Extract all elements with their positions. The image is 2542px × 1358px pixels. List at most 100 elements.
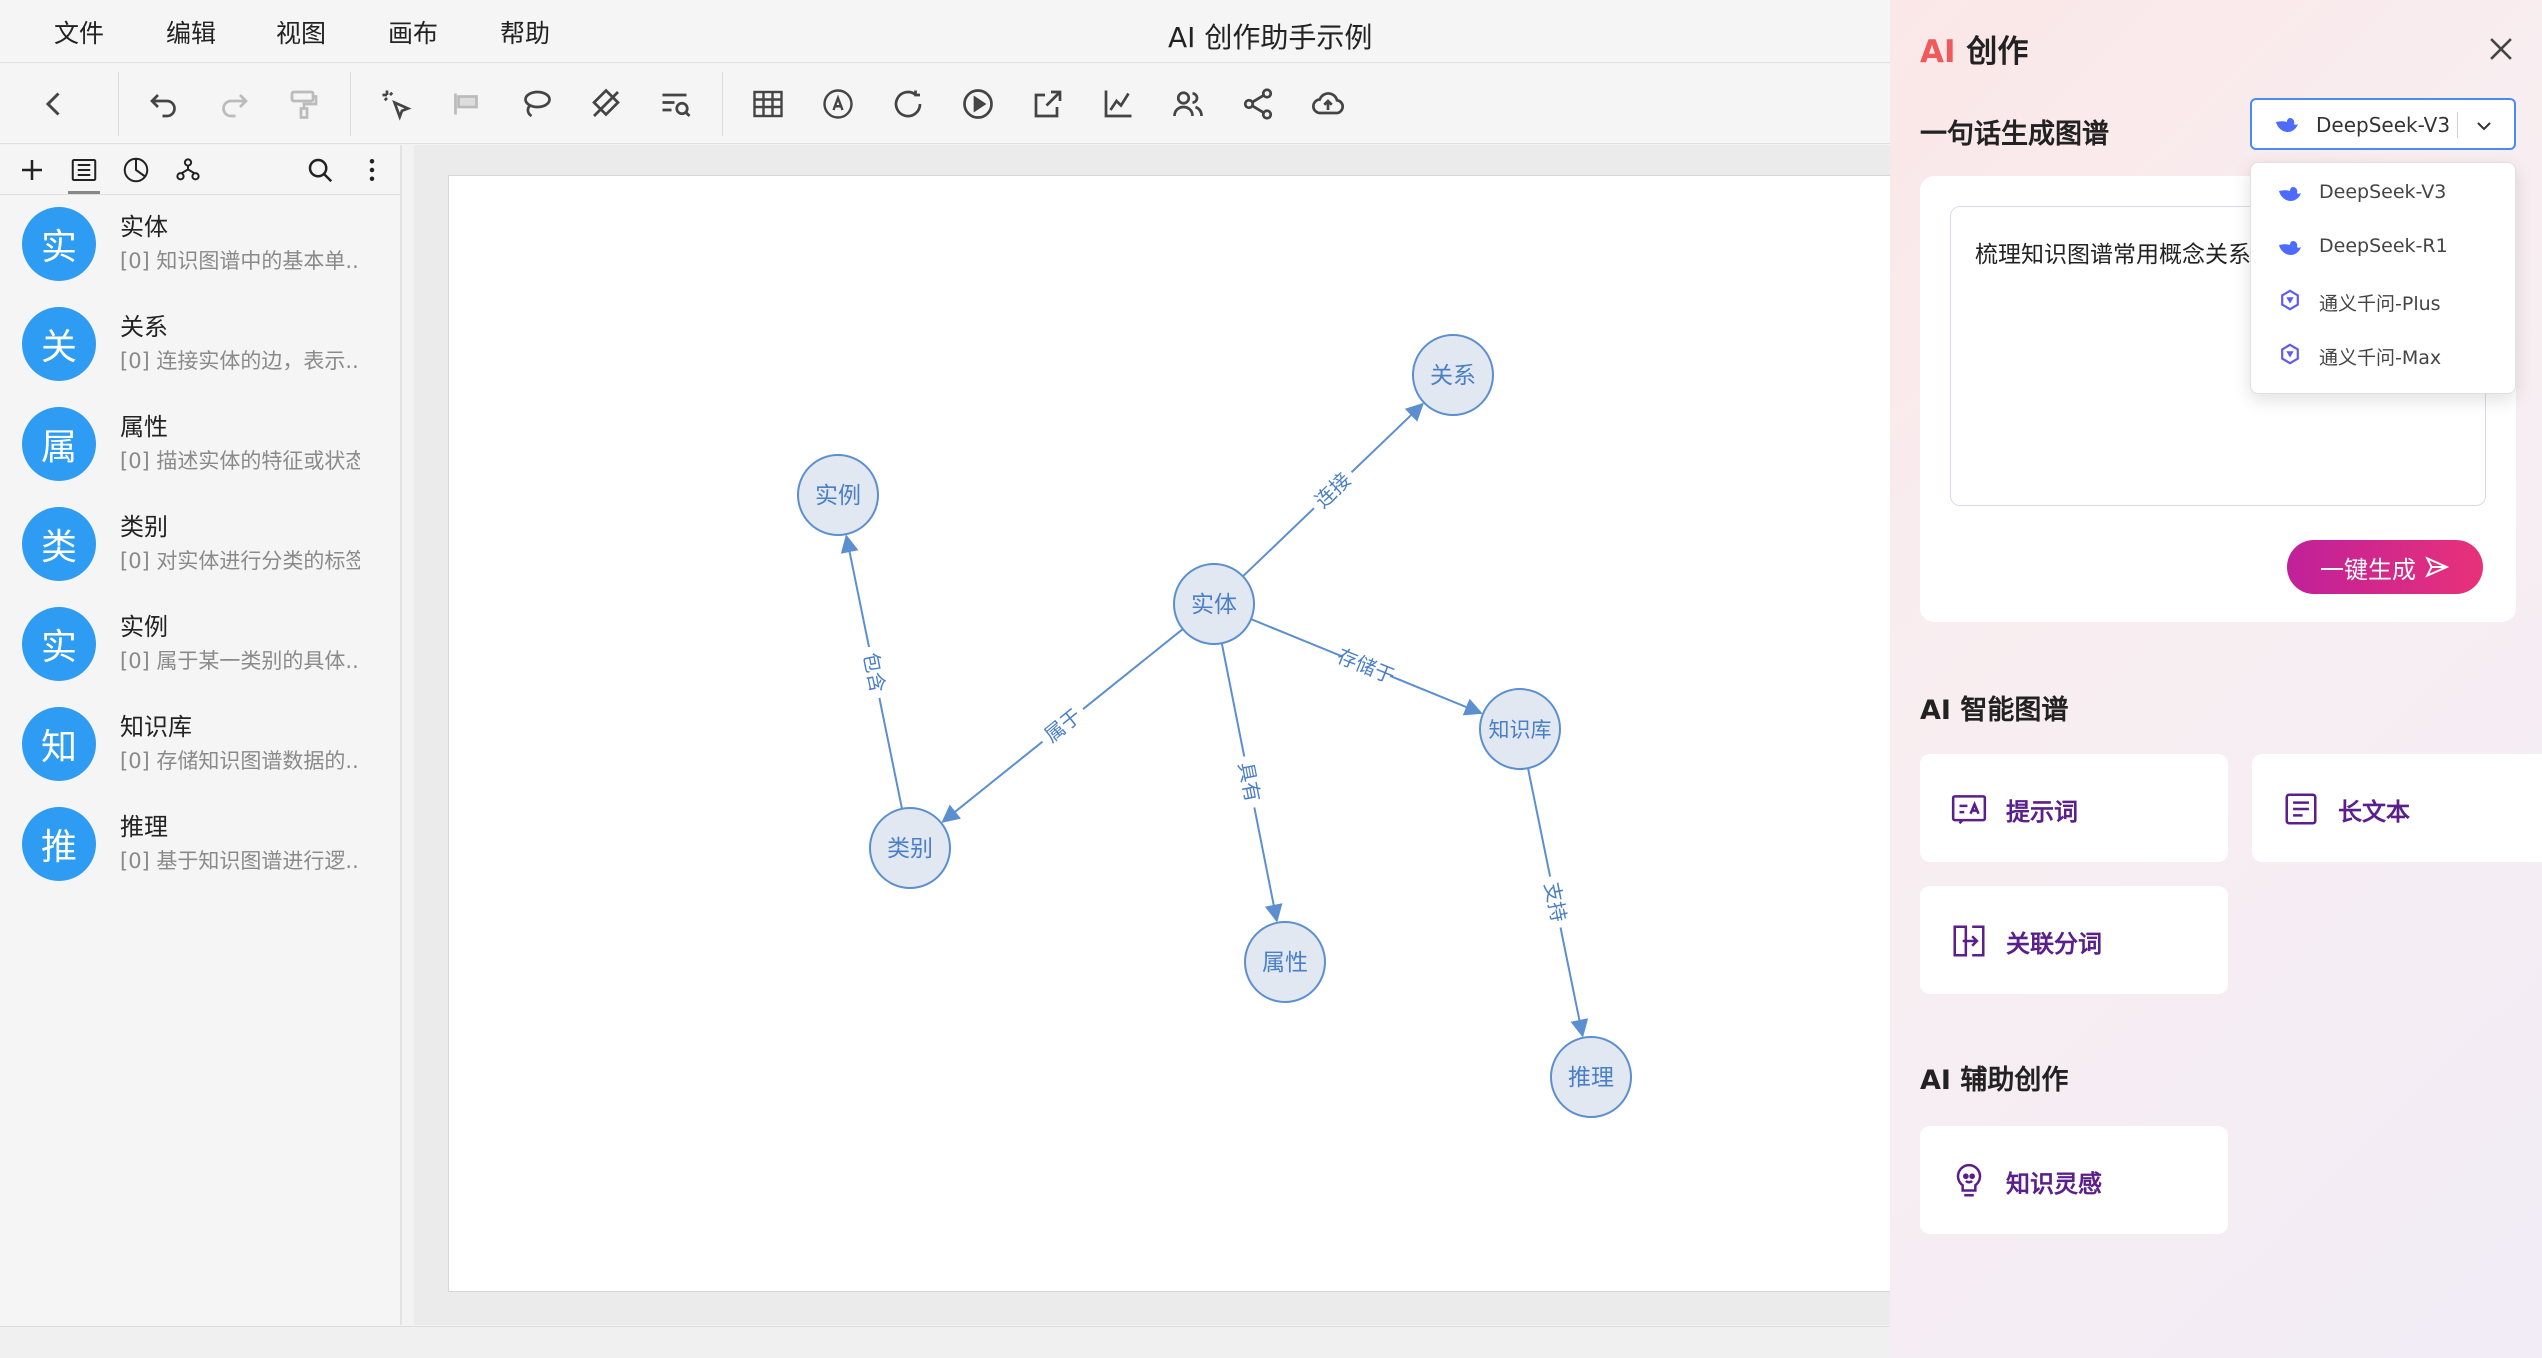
- play-icon[interactable]: [958, 84, 998, 124]
- table-icon[interactable]: [748, 84, 788, 124]
- document-icon: [2285, 793, 2317, 825]
- menu-canvas[interactable]: 画布: [388, 14, 438, 50]
- graph-node-label: 属性: [1262, 950, 1308, 976]
- search-icon[interactable]: [302, 152, 338, 188]
- menu-file[interactable]: 文件: [54, 14, 104, 50]
- tile-long-text[interactable]: 长文本: [2252, 754, 2542, 862]
- hierarchy-view-icon[interactable]: [170, 152, 206, 188]
- knowledge-graph[interactable]: 连接属于具有存储于包含支持 实体关系实例类别属性知识库推理: [449, 176, 1909, 1293]
- ai-panel: AI 创作 一句话生成图谱 梳理知识图谱常用概念关系 一键生成 DeepSeek…: [1890, 0, 2542, 1358]
- entity-name: 关系: [120, 313, 168, 341]
- prompt-icon: [1951, 795, 1987, 825]
- avatar: 关: [22, 307, 96, 381]
- status-bar: [0, 1326, 1890, 1358]
- edge-label: 具有: [1234, 760, 1265, 804]
- generate-button[interactable]: 一键生成: [2287, 540, 2483, 594]
- graph-node-label: 知识库: [1489, 718, 1552, 742]
- close-icon[interactable]: [2484, 32, 2518, 66]
- edge-label: 支持: [1540, 880, 1572, 924]
- deepseek-icon: [2279, 241, 2301, 255]
- entity-desc: [0] 基于知识图谱进行逻...: [120, 849, 360, 873]
- avatar: 实: [22, 607, 96, 681]
- entity-panel-toolbar: [0, 145, 400, 195]
- pointer-icon[interactable]: [376, 84, 416, 124]
- entity-desc: [0] 描述实体的特征或状态: [120, 449, 360, 473]
- graph-node-label: 实体: [1191, 592, 1237, 618]
- segment-icon: [1953, 925, 1985, 957]
- avatar: 知: [22, 707, 96, 781]
- back-icon[interactable]: [34, 84, 74, 124]
- entity-item[interactable]: 属 属性 [0] 描述实体的特征或状态: [0, 395, 400, 495]
- graph-node-label: 类别: [887, 836, 933, 862]
- search-list-icon[interactable]: [656, 84, 696, 124]
- avatar: 推: [22, 807, 96, 881]
- model-select[interactable]: DeepSeek-V3: [2250, 98, 2516, 150]
- entity-desc: [0] 属于某一类别的具体...: [120, 649, 360, 673]
- redo-icon[interactable]: [214, 84, 254, 124]
- list-view-icon[interactable]: [66, 152, 102, 188]
- export-icon[interactable]: [1028, 84, 1068, 124]
- cluster-icon[interactable]: [586, 84, 626, 124]
- graph-node-label: 推理: [1568, 1065, 1614, 1091]
- auto-layout-icon[interactable]: [818, 84, 858, 124]
- entity-item[interactable]: 知 知识库 [0] 存储知识图谱数据的...: [0, 695, 400, 795]
- tile-segmentation[interactable]: 关联分词: [1920, 886, 2228, 994]
- add-icon[interactable]: [14, 152, 50, 188]
- entity-desc: [0] 对实体进行分类的标签: [120, 549, 360, 573]
- entity-name: 实例: [120, 613, 168, 641]
- tile-inspiration[interactable]: 知识灵感: [1920, 1126, 2228, 1234]
- app-title: AI 创作助手示例: [1168, 21, 1373, 54]
- chevron-down-icon: [2477, 122, 2491, 131]
- model-dropdown: DeepSeek-V3 DeepSeek-R1 通义千问-Plus 通义千问-M…: [2250, 162, 2516, 394]
- graph-node-label: 关系: [1430, 363, 1476, 389]
- model-option-deepseek-r1[interactable]: DeepSeek-R1: [2251, 221, 2515, 275]
- entity-item[interactable]: 推 推理 [0] 基于知识图谱进行逻...: [0, 795, 400, 895]
- toolbar: [0, 64, 1890, 144]
- entity-desc: [0] 连接实体的边，表示...: [120, 349, 360, 373]
- users-icon[interactable]: [1168, 84, 1208, 124]
- pie-view-icon[interactable]: [118, 152, 154, 188]
- tile-prompt[interactable]: 提示词: [1920, 754, 2228, 862]
- cloud-upload-icon[interactable]: [1308, 84, 1348, 124]
- flag-icon[interactable]: [446, 84, 486, 124]
- lasso-icon[interactable]: [516, 84, 556, 124]
- active-tab-indicator: [68, 191, 100, 194]
- avatar: 属: [22, 407, 96, 481]
- avatar: 类: [22, 507, 96, 581]
- deepseek-icon: [2276, 118, 2298, 132]
- model-option-deepseek-v3[interactable]: DeepSeek-V3: [2251, 167, 2515, 221]
- section-generate-title: 一句话生成图谱: [1920, 119, 2109, 150]
- undo-icon[interactable]: [144, 84, 184, 124]
- menu-help[interactable]: 帮助: [500, 14, 550, 50]
- menu-edit[interactable]: 编辑: [166, 14, 216, 50]
- qwen-icon: [2281, 343, 2299, 365]
- more-icon[interactable]: [354, 152, 390, 188]
- chart-icon[interactable]: [1098, 84, 1138, 124]
- format-painter-icon[interactable]: [284, 84, 324, 124]
- send-icon: [2425, 556, 2450, 578]
- entity-item[interactable]: 关 关系 [0] 连接实体的边，表示...: [0, 295, 400, 395]
- deepseek-icon: [2279, 187, 2301, 201]
- entity-item[interactable]: 实 实例 [0] 属于某一类别的具体...: [0, 595, 400, 695]
- section-smart-title: AI 智能图谱: [1920, 695, 2069, 726]
- entity-name: 实体: [120, 213, 168, 241]
- entity-item[interactable]: 实 实体 [0] 知识图谱中的基本单...: [0, 195, 400, 295]
- refresh-icon[interactable]: [888, 84, 928, 124]
- entity-item[interactable]: 类 类别 [0] 对实体进行分类的标签: [0, 495, 400, 595]
- canvas-area: 连接 属于 具有 存储于 包含 支持 实体 关系 实例 类别 属性 知识库 推理: [414, 145, 1908, 1325]
- model-option-qwen-plus[interactable]: 通义千问-Plus: [2251, 275, 2515, 329]
- qwen-icon: [2281, 289, 2299, 311]
- graph-node-label: 实例: [815, 483, 861, 509]
- lightbulb-icon: [1956, 1163, 1982, 1197]
- edge-label: 包含: [858, 650, 890, 694]
- toolbar-divider: [350, 72, 351, 136]
- model-option-qwen-max[interactable]: 通义千问-Max: [2251, 329, 2515, 383]
- graph-canvas[interactable]: 连接 属于 具有 存储于 包含 支持 实体 关系 实例 类别 属性 知识库 推理: [448, 175, 1908, 1292]
- ai-panel-title: AI 创作: [1920, 34, 2029, 70]
- menu-bar: 文件 编辑 视图 画布 帮助 AI 创作助手示例: [0, 0, 1890, 63]
- menu-view[interactable]: 视图: [276, 14, 326, 50]
- share-icon[interactable]: [1238, 84, 1278, 124]
- toolbar-divider: [118, 72, 119, 136]
- entity-name: 推理: [120, 813, 168, 841]
- entity-desc: [0] 知识图谱中的基本单...: [120, 249, 360, 273]
